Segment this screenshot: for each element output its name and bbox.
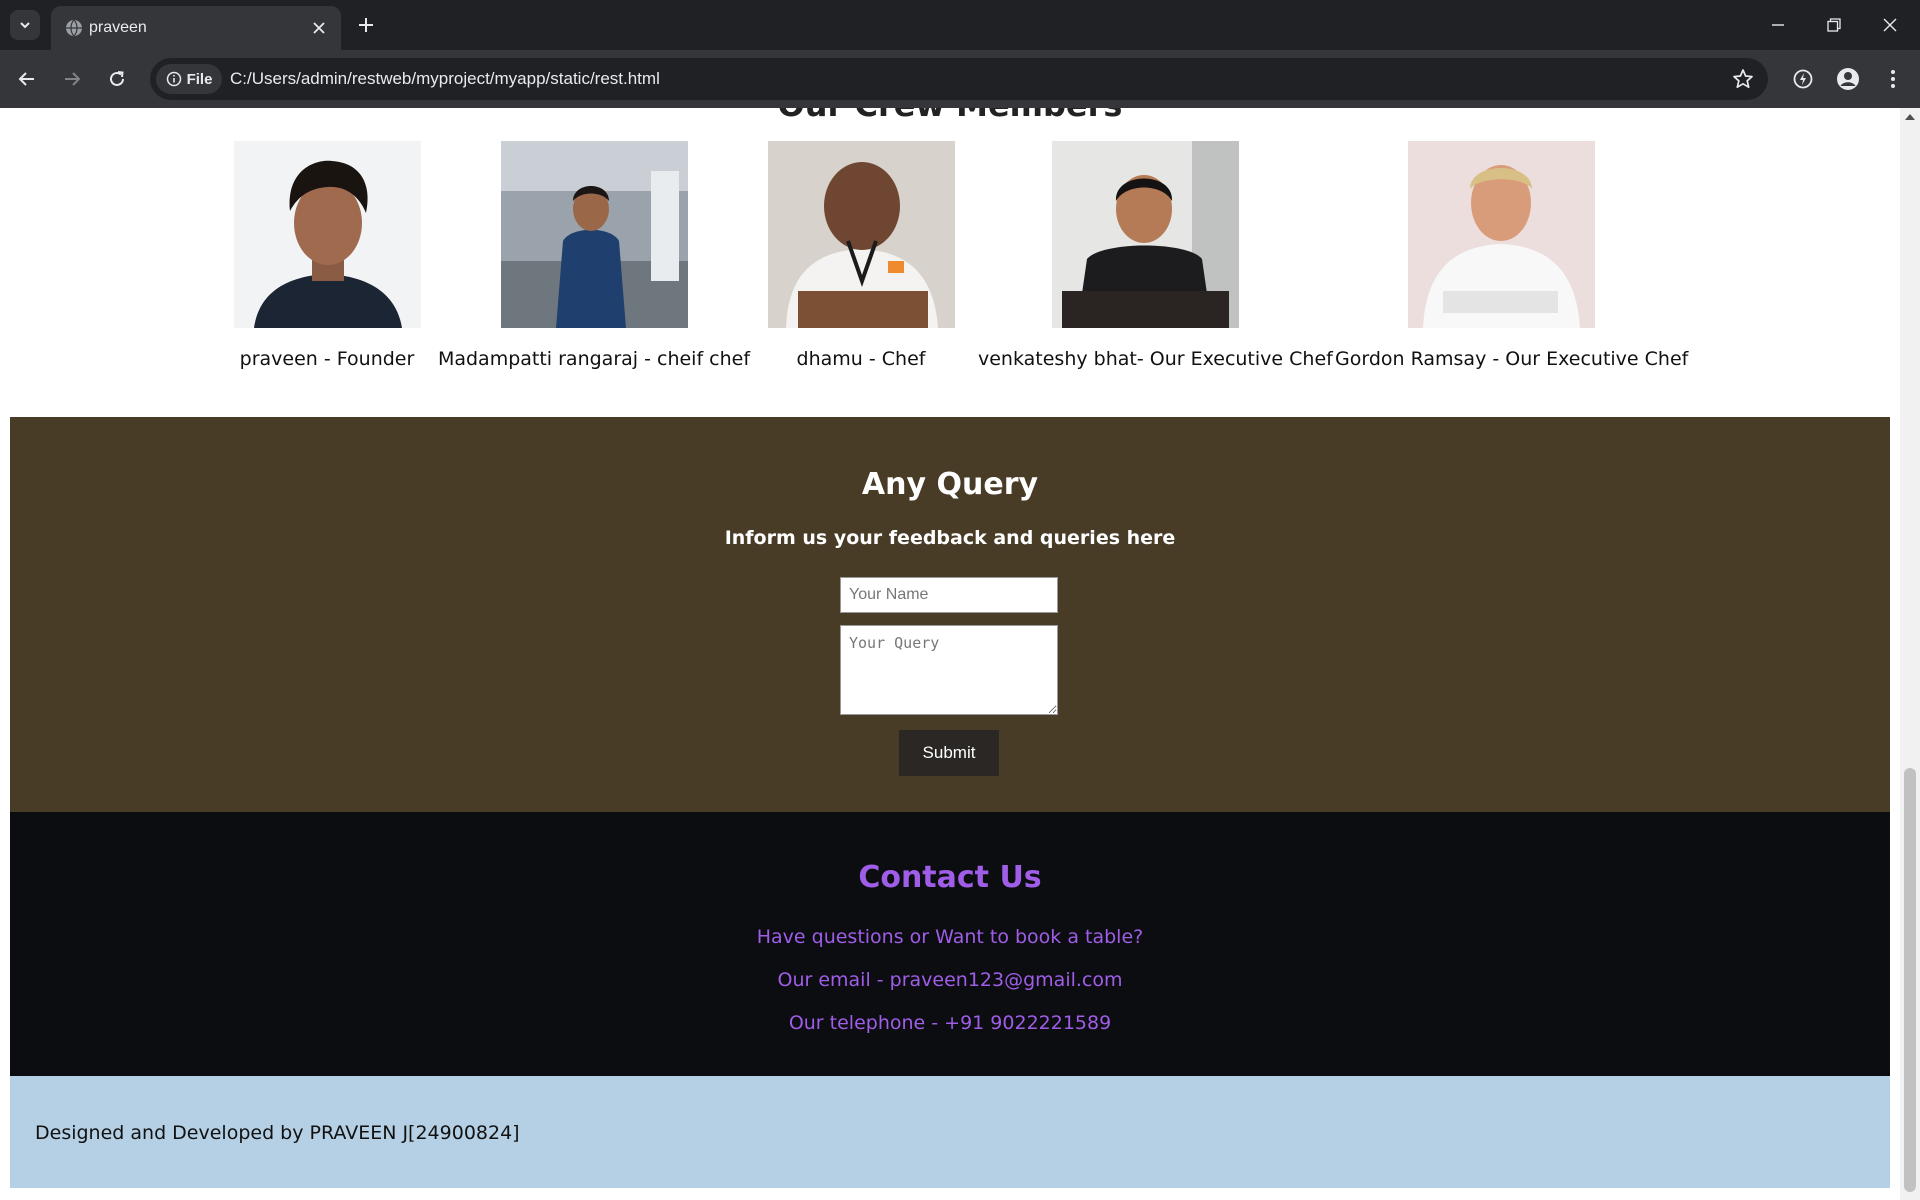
crew-card: Gordon Ramsay - Our Executive Chef xyxy=(1335,141,1689,370)
contact-title: Contact Us xyxy=(858,860,1042,895)
tab-title: praveen xyxy=(89,19,147,36)
tab-search-button[interactable] xyxy=(10,10,40,40)
contact-section: Contact Us Have questions or Want to boo… xyxy=(10,812,1890,1076)
browser-toolbar: File C:/Users/admin/restweb/myproject/my… xyxy=(0,50,1920,108)
name-input[interactable] xyxy=(840,577,1058,613)
page-viewport: Our Crew Members praveen - Founder Madam… xyxy=(0,108,1900,1200)
close-window-button[interactable] xyxy=(1862,0,1918,50)
plus-icon xyxy=(359,18,373,32)
minimize-button[interactable] xyxy=(1750,0,1806,50)
minimize-icon xyxy=(1772,24,1784,26)
crew-caption: Gordon Ramsay - Our Executive Chef xyxy=(1335,348,1689,370)
bookmark-star-icon[interactable] xyxy=(1732,68,1754,90)
footer-credit: Designed and Developed by PRAVEEN J[2490… xyxy=(35,1122,520,1144)
crew-card: praveen - Founder xyxy=(233,141,421,370)
forward-button[interactable] xyxy=(57,64,87,94)
query-textarea[interactable] xyxy=(840,625,1058,715)
footer: Designed and Developed by PRAVEEN J[2490… xyxy=(10,1076,1890,1188)
crew-caption: venkateshy bhat- Our Executive Chef xyxy=(978,348,1333,370)
crew-card: venkateshy bhat- Our Executive Chef xyxy=(978,141,1333,370)
tab-strip: praveen xyxy=(0,0,1920,50)
site-chip-label: File xyxy=(186,70,213,88)
submit-button[interactable]: Submit xyxy=(899,730,999,776)
menu-button[interactable] xyxy=(1878,64,1908,94)
info-icon xyxy=(166,71,181,87)
crew-caption: dhamu - Chef xyxy=(796,348,926,370)
site-info-chip[interactable]: File xyxy=(156,64,222,94)
address-bar[interactable]: File C:/Users/admin/restweb/myproject/my… xyxy=(150,58,1768,100)
performance-icon xyxy=(1793,69,1813,89)
globe-icon xyxy=(66,19,82,37)
close-icon xyxy=(1883,18,1897,32)
crew-heading: Our Crew Members xyxy=(0,108,1900,124)
close-tab-button[interactable] xyxy=(309,18,329,38)
arrow-right-icon xyxy=(65,72,81,86)
contact-email-line: Our email - praveen123@gmail.com xyxy=(777,969,1123,991)
tab-praveen[interactable]: praveen xyxy=(51,6,341,50)
close-icon xyxy=(313,22,325,34)
profile-icon xyxy=(1837,68,1859,90)
profile-button[interactable] xyxy=(1833,64,1863,94)
chevron-down-icon xyxy=(20,22,30,29)
query-title: Any Query xyxy=(861,467,1039,502)
contact-booking-line: Have questions or Want to book a table? xyxy=(756,926,1144,948)
crew-photo-dhamu xyxy=(767,141,955,328)
more-vert-icon xyxy=(1891,70,1895,88)
crew-photo-madampatti xyxy=(500,141,688,328)
arrow-left-icon xyxy=(18,72,34,86)
back-button[interactable] xyxy=(12,64,42,94)
performance-button[interactable] xyxy=(1788,64,1818,94)
crew-caption: praveen - Founder xyxy=(239,348,415,370)
query-subtitle: Inform us your feedback and queries here xyxy=(724,527,1176,549)
crew-caption: Madampatti rangaraj - cheif chef xyxy=(437,348,751,370)
crew-photo-gordon xyxy=(1407,141,1595,328)
restore-button[interactable] xyxy=(1806,0,1862,50)
reload-icon xyxy=(110,71,124,86)
page-scrollbar[interactable] xyxy=(1900,108,1920,1200)
reload-button[interactable] xyxy=(102,64,132,94)
crew-photo-praveen xyxy=(233,141,421,328)
crew-card: dhamu - Chef xyxy=(767,141,955,370)
crew-photo-venkatesh xyxy=(1051,141,1239,328)
scrollbar-thumb[interactable] xyxy=(1904,768,1916,1192)
url-text[interactable]: C:/Users/admin/restweb/myproject/myapp/s… xyxy=(230,69,660,89)
new-tab-button[interactable] xyxy=(352,11,380,39)
crew-card: Madampatti rangaraj - cheif chef xyxy=(435,141,753,370)
restore-icon xyxy=(1827,18,1841,32)
scroll-up-arrow-icon[interactable] xyxy=(1905,114,1915,120)
contact-phone-line: Our telephone - +91 9022221589 xyxy=(788,1012,1112,1034)
query-section: Any Query Inform us your feedback and qu… xyxy=(10,417,1890,812)
